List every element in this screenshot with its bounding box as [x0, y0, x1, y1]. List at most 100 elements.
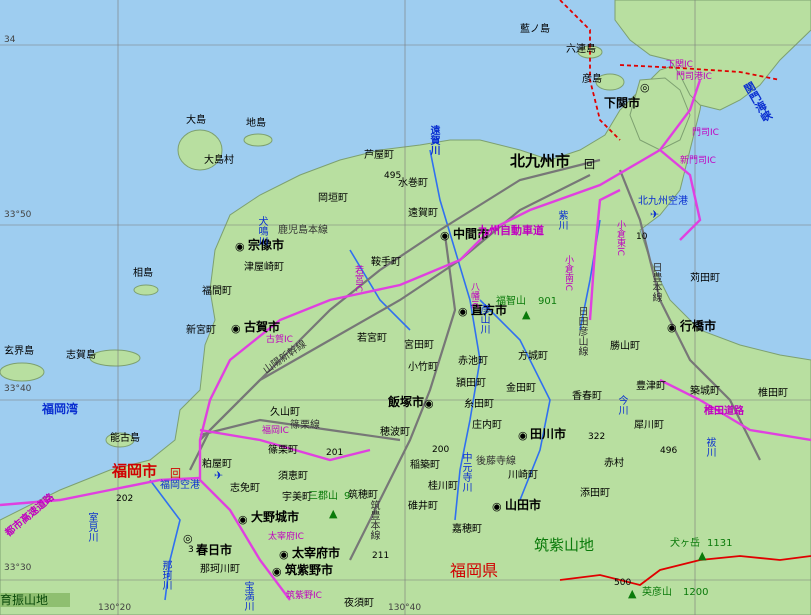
airport-fukuoka: 福岡空港: [160, 480, 200, 491]
prefecture-fukuoka: 福岡県: [450, 561, 499, 580]
route-200: 200: [432, 445, 450, 455]
town-tsuyazaki: 津屋崎町: [244, 262, 284, 273]
river-ima: 今川: [616, 395, 627, 415]
island-mutsurejima: 六連島: [566, 44, 596, 55]
village-akamura: 赤村: [604, 458, 624, 469]
town-kaita: 頴田町: [456, 378, 486, 389]
ic-shimonoseki: 下関IC: [666, 60, 693, 70]
mountain-fukuchi: 福智山: [496, 296, 526, 307]
ic-kokura-minami: 小倉南IC: [563, 255, 573, 291]
city-symbol-koga: ◉: [231, 322, 241, 335]
town-soeda: 添田町: [580, 488, 610, 499]
island-genkaijima: 玄界島: [4, 346, 34, 357]
railway-kagoshima-main: 鹿児島本線: [278, 225, 328, 236]
expressway-kyushu: 九州自動車道: [478, 224, 544, 237]
town-sasaguri: 篠栗町: [268, 445, 298, 456]
ic-moji: 門司IC: [692, 128, 719, 138]
town-ashiya: 芦屋町: [364, 150, 394, 161]
town-kotake: 小竹町: [408, 362, 438, 373]
ic-shinmoji: 新門司IC: [680, 156, 716, 166]
town-shime: 志免町: [230, 483, 260, 494]
city-dazaifu: 太宰府市: [292, 546, 341, 560]
city-shimonoseki: 下関市: [604, 96, 641, 110]
ic-fukuoka: 福岡IC: [262, 426, 289, 436]
city-yamada: 山田市: [505, 498, 542, 512]
city-symbol-yamada: ◉: [492, 500, 502, 513]
airport-icon-kitakyushu: ✈: [650, 208, 660, 221]
railway-hitahikosan: 日田彦山線: [576, 306, 587, 356]
river-murasaki: 紫川: [556, 210, 567, 230]
route-495: 495: [384, 171, 402, 181]
railway-chikuho-main: 筑豊本線: [368, 500, 379, 540]
river-chugenji: 中元寺川: [460, 452, 471, 492]
town-itoda: 糸田町: [464, 399, 494, 410]
city-tagawa: 田川市: [530, 427, 567, 441]
island-ainoshima: 藍ノ島: [520, 24, 550, 35]
town-kawasaki: 川崎町: [508, 470, 538, 481]
town-okagaki: 岡垣町: [318, 193, 348, 204]
route-3: 3: [188, 545, 194, 555]
island-ainoshima-2: 相島: [133, 268, 153, 279]
town-hisayama: 久山町: [270, 407, 300, 418]
island-jinoshima: 地島: [246, 118, 266, 129]
route-211: 211: [372, 551, 390, 561]
island-nokonoshima: 能古島: [110, 433, 140, 444]
railway-nippo-main: 日豊本線: [650, 262, 661, 302]
town-kaho: 嘉穂町: [452, 524, 482, 535]
mountain-hikosan: 英彦山: [642, 587, 672, 598]
mountain-sangun: 三郡山: [308, 491, 338, 502]
town-fukuma: 福間町: [202, 286, 232, 297]
town-miyata: 宮田町: [404, 340, 434, 351]
grid-label-34: 34: [4, 35, 16, 45]
mountain-range-chikushi: 筑紫山地: [534, 536, 595, 554]
ic-dazaifu: 太宰府IC: [268, 532, 304, 542]
town-nakagawa: 那珂川町: [200, 564, 240, 575]
town-keisen: 桂川町: [428, 481, 458, 492]
grid-label-33-50: 33°50: [4, 210, 32, 220]
town-usui: 碓井町: [408, 501, 438, 512]
expressway-shiida-road: 椎田道路: [704, 406, 744, 417]
city-symbol-onojo: ◉: [238, 513, 248, 526]
sea-fukuoka-bay: 福岡湾: [42, 402, 79, 416]
town-katsuyama: 勝山町: [610, 341, 640, 352]
route-201: 201: [326, 448, 344, 458]
town-mizumaki: 水巻町: [398, 178, 428, 189]
city-onojo: 大野城市: [251, 510, 300, 524]
grid-label-130-40: 130°40: [388, 603, 422, 613]
mountain-sangun-elev: 9: [344, 491, 351, 502]
mountain-peak-inugatake-icon: ▲: [698, 549, 707, 562]
village-oshima: 大島村: [204, 155, 234, 166]
river-naka: 那珂川: [160, 560, 171, 590]
city-symbol-dazaifu: ◉: [279, 548, 289, 561]
city-symbol-iizuka: ◉: [424, 397, 434, 410]
mountain-hikosan-elev: 1200: [683, 587, 709, 598]
city-hall-icon-kitakyushu: 回: [584, 158, 595, 171]
city-koga: 古賀市: [244, 320, 281, 334]
city-symbol-kasuga: ◎: [183, 532, 193, 545]
map-view[interactable]: 34 33°50 33°40 33°30 130°20 130°40 藍ノ島 六…: [0, 0, 811, 615]
city-fukuoka: 福岡市: [112, 462, 158, 480]
river-hikosan: 彦山川: [478, 304, 489, 334]
city-symbol-yukuhashi: ◉: [667, 321, 677, 334]
city-hall-icon-fukuoka: 回: [170, 467, 181, 480]
route-322: 322: [588, 432, 606, 442]
route-202: 202: [116, 494, 134, 504]
island-shikanoshima: 志賀島: [66, 350, 96, 361]
city-yukuhashi: 行橋市: [680, 319, 717, 333]
airport-kitakyushu: 北九州空港: [638, 196, 688, 207]
ic-koga: 古賀IC: [266, 335, 293, 345]
grid-label-33-40: 33°40: [4, 384, 32, 394]
grid-label-33-30: 33°30: [4, 563, 32, 573]
city-iizuka: 飯塚市: [388, 395, 425, 409]
city-symbol-shimonoseki: ◎: [640, 81, 650, 94]
town-honami: 穂波町: [380, 427, 410, 438]
airport-icon-fukuoka: ✈: [214, 469, 224, 482]
town-kawara: 香春町: [572, 391, 602, 402]
ic-wakamiya: 若宮IC: [353, 265, 363, 292]
city-symbol-nakama: ◉: [440, 229, 450, 242]
grid-label-130-20: 130°20: [98, 603, 132, 613]
town-shingu: 新宮町: [186, 325, 216, 336]
town-yasu: 夜須町: [344, 598, 374, 609]
ic-kokura-higashi: 小倉東IC: [615, 220, 625, 256]
town-saigawa: 犀川町: [634, 420, 664, 431]
